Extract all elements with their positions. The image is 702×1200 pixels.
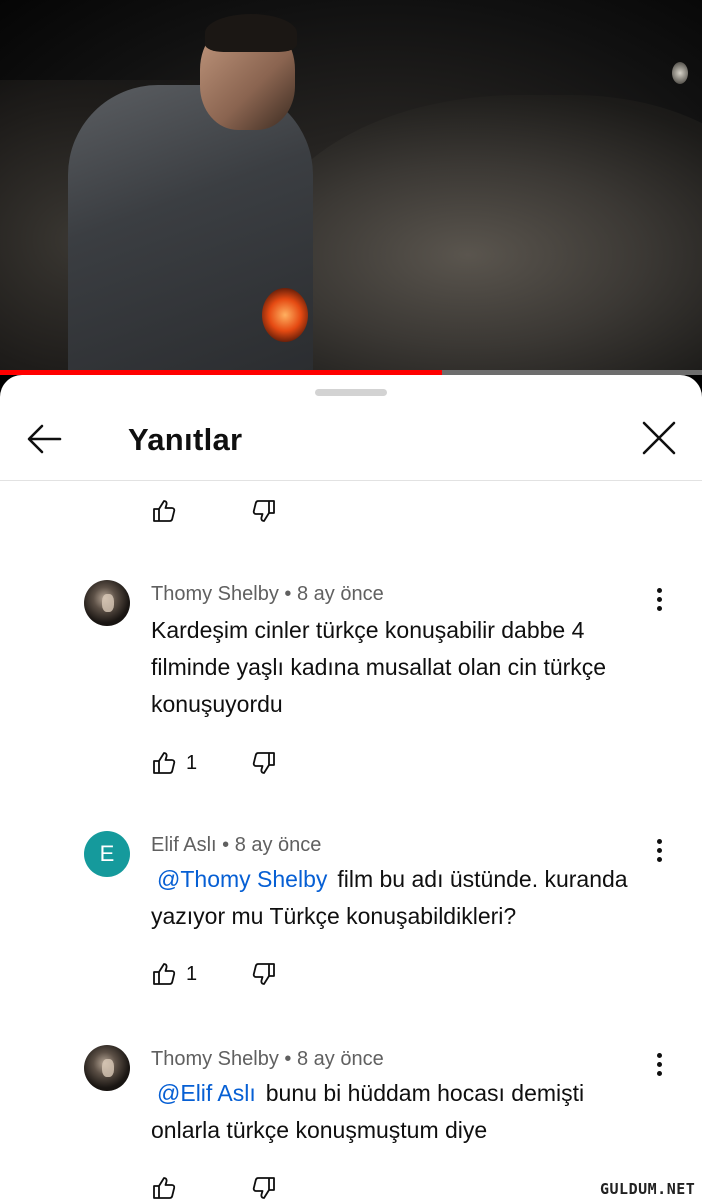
like-button[interactable]: [151, 750, 177, 781]
back-button[interactable]: [22, 419, 68, 459]
comment-author[interactable]: Thomy Shelby: [151, 583, 279, 605]
like-button[interactable]: [151, 961, 177, 992]
arrow-left-icon: [27, 424, 62, 454]
thumbs-down-icon: [252, 1177, 275, 1199]
video-rocks: [260, 95, 702, 375]
video-distant-light: [672, 62, 688, 84]
comment-text-span: bunu bi hüddam hocası demişti: [265, 1080, 585, 1106]
thumbs-up-icon: [153, 1177, 176, 1199]
comment-line: @Thomy Shelby film bu adı üstünde. kurand…: [151, 861, 671, 898]
thumbs-up-icon: [153, 500, 176, 522]
sheet-header: Yanıtlar: [0, 405, 702, 481]
thumbs-down-icon: [252, 963, 275, 985]
comment-meta: Thomy Shelby • 8 ay önce: [151, 1048, 384, 1071]
like-button[interactable]: [151, 498, 177, 529]
video-flashlight: [262, 288, 308, 342]
comment-time: • 8 ay önce: [222, 834, 322, 856]
drag-handle[interactable]: [315, 389, 387, 396]
avatar[interactable]: E: [84, 831, 130, 877]
thumbs-up-icon: [153, 963, 176, 985]
video-person-hair: [205, 14, 297, 52]
dislike-button[interactable]: [251, 1175, 277, 1200]
thumbs-down-icon: [252, 752, 275, 774]
watermark: GULDUM.NET: [600, 1180, 696, 1198]
comment-meta: Thomy Shelby • 8 ay önce: [151, 583, 384, 606]
comment-text: @Thomy Shelby film bu adı üstünde. kurand…: [151, 861, 671, 935]
like-button[interactable]: [151, 1175, 177, 1200]
avatar[interactable]: [84, 580, 130, 626]
replies-sheet: Yanıtlar Thomy Shelby • 8 ay önce Kardeş…: [0, 375, 702, 1200]
like-count: 1: [186, 752, 198, 774]
comment-author[interactable]: Thomy Shelby: [151, 1048, 279, 1070]
comment-text: @Elif Aslı bunu bi hüddam hocası demişti …: [151, 1075, 671, 1149]
comment-line: konuşuyordu: [151, 691, 283, 717]
comment-line: Kardeşim cinler türkçe konuşabilir dabbe…: [151, 617, 585, 643]
like-count: 1: [186, 963, 198, 985]
comment-meta: Elif Aslı • 8 ay önce: [151, 834, 321, 857]
comment-text: Kardeşim cinler türkçe konuşabilir dabbe…: [151, 612, 671, 723]
dislike-button[interactable]: [251, 961, 277, 992]
comment-line: filminde yaşlı kadına musallat olan cin …: [151, 654, 607, 680]
mention-link[interactable]: @Elif Aslı: [157, 1080, 256, 1106]
comment-line: onlarla türkçe konuşmuştum diye: [151, 1117, 488, 1143]
comment-time: • 8 ay önce: [284, 583, 384, 605]
comment-time: • 8 ay önce: [284, 1048, 384, 1070]
close-icon: [642, 421, 676, 455]
avatar[interactable]: [84, 1045, 130, 1091]
thumbs-down-icon: [252, 500, 275, 522]
video-player[interactable]: [0, 0, 702, 375]
comment-author[interactable]: Elif Aslı: [151, 834, 217, 856]
mention-link[interactable]: @Thomy Shelby: [157, 866, 327, 892]
dislike-button[interactable]: [251, 750, 277, 781]
page-title: Yanıtlar: [128, 422, 243, 457]
close-button[interactable]: [636, 419, 682, 459]
comment-text-span: film bu adı üstünde. kuranda: [337, 866, 628, 892]
comment-line: @Elif Aslı bunu bi hüddam hocası demişti: [151, 1075, 671, 1112]
thumbs-up-icon: [153, 752, 176, 774]
dislike-button[interactable]: [251, 498, 277, 529]
comment-line: yazıyor mu Türkçe konuşabildikleri?: [151, 903, 517, 929]
